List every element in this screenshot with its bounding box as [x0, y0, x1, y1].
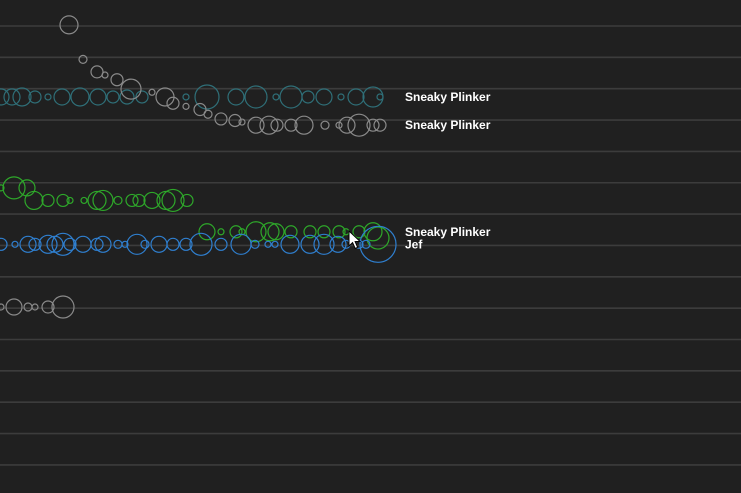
data-point[interactable]: [74, 235, 92, 253]
data-point[interactable]: [3, 88, 21, 106]
data-point[interactable]: [217, 228, 225, 236]
data-point[interactable]: [230, 233, 252, 255]
data-point[interactable]: [70, 87, 90, 107]
data-point[interactable]: [59, 15, 79, 35]
data-point[interactable]: [80, 196, 88, 205]
data-point[interactable]: [0, 237, 8, 251]
data-point[interactable]: [337, 93, 345, 101]
data-point[interactable]: [24, 190, 44, 211]
data-point[interactable]: [31, 303, 39, 311]
data-point[interactable]: [106, 90, 120, 104]
data-point[interactable]: [264, 240, 272, 248]
data-point[interactable]: [119, 89, 135, 105]
data-point[interactable]: [2, 176, 26, 200]
series-label: Sneaky Plinker: [405, 118, 491, 132]
data-point[interactable]: [347, 88, 365, 106]
data-point[interactable]: [11, 240, 19, 248]
data-point[interactable]: [12, 87, 32, 107]
data-point[interactable]: [101, 71, 109, 79]
data-point[interactable]: [110, 73, 124, 87]
series-label: Jef: [405, 237, 423, 251]
data-point[interactable]: [5, 298, 23, 316]
data-point[interactable]: [90, 65, 104, 79]
data-point[interactable]: [342, 228, 350, 236]
data-point[interactable]: [373, 118, 387, 132]
data-point[interactable]: [267, 223, 285, 241]
data-point[interactable]: [359, 225, 397, 263]
data-point[interactable]: [113, 239, 123, 249]
data-point[interactable]: [329, 235, 347, 253]
data-point[interactable]: [366, 118, 380, 132]
data-point[interactable]: [214, 112, 228, 126]
data-point[interactable]: [272, 93, 280, 101]
data-point[interactable]: [315, 88, 333, 106]
data-point[interactable]: [301, 90, 315, 104]
series-labels: Sneaky PlinkerSneaky PlinkerSneaky Plink…: [405, 90, 491, 251]
data-point[interactable]: [182, 102, 190, 110]
bubble-timeline-chart: Sneaky PlinkerSneaky PlinkerSneaky Plink…: [0, 15, 741, 466]
data-point[interactable]: [203, 109, 213, 119]
series-label: Sneaky Plinker: [405, 90, 491, 104]
data-point[interactable]: [294, 115, 314, 135]
data-point[interactable]: [166, 237, 180, 251]
data-point[interactable]: [66, 196, 74, 205]
data-point[interactable]: [23, 302, 33, 312]
data-point[interactable]: [227, 88, 245, 106]
data-point[interactable]: [140, 239, 150, 249]
data-point[interactable]: [317, 225, 331, 239]
data-point[interactable]: [182, 93, 190, 101]
bubble-marks: [0, 15, 397, 319]
data-point[interactable]: [271, 240, 279, 248]
data-point[interactable]: [180, 193, 194, 208]
data-point[interactable]: [214, 237, 228, 251]
data-point[interactable]: [53, 88, 71, 106]
data-point[interactable]: [143, 191, 161, 210]
data-point[interactable]: [113, 195, 123, 206]
data-point[interactable]: [87, 190, 107, 211]
data-point[interactable]: [148, 88, 156, 96]
data-point[interactable]: [44, 93, 52, 101]
data-point[interactable]: [0, 303, 5, 311]
data-point[interactable]: [198, 223, 216, 241]
data-point[interactable]: [166, 96, 180, 110]
data-point[interactable]: [260, 222, 280, 242]
data-point[interactable]: [90, 237, 104, 251]
data-point[interactable]: [51, 295, 75, 319]
data-point[interactable]: [89, 88, 107, 106]
data-point[interactable]: [376, 93, 384, 101]
data-point[interactable]: [41, 193, 55, 208]
data-point[interactable]: [126, 233, 148, 255]
data-point[interactable]: [125, 193, 139, 208]
data-point[interactable]: [150, 235, 168, 253]
data-point[interactable]: [362, 86, 384, 108]
data-point[interactable]: [132, 193, 146, 208]
data-point[interactable]: [320, 120, 330, 130]
